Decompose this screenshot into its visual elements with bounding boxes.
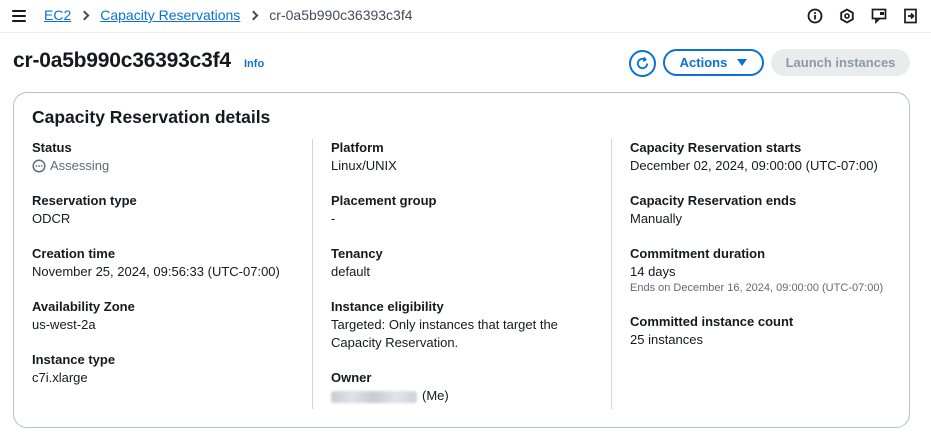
instance-type-label: Instance type [32, 352, 116, 367]
launch-instances-button[interactable]: Launch instances [771, 49, 910, 76]
ends-label: Capacity Reservation ends [630, 193, 797, 208]
field-placement-group: Placement group - [331, 192, 611, 228]
page-title: cr-0a5b990c36393c3f4 [13, 49, 231, 72]
starts-value: December 02, 2024, 09:00:00 (UTC-07:00) [630, 158, 878, 173]
details-column-2: Platform Linux/UNIX Placement group - Te… [331, 139, 611, 422]
breadcrumb-ec2[interactable]: EC2 [44, 7, 71, 23]
card-title: Capacity Reservation details [32, 107, 271, 127]
field-ends: Capacity Reservation ends Manually [630, 192, 900, 228]
instance-eligibility-value: Targeted: Only instances that target the… [331, 317, 558, 350]
status-value: Assessing [32, 157, 314, 175]
column-divider [611, 139, 612, 409]
commitment-label: Commitment duration [630, 246, 766, 261]
caret-down-icon [737, 59, 748, 66]
ends-value: Manually [630, 211, 683, 226]
field-platform: Platform Linux/UNIX [331, 139, 611, 175]
starts-label: Capacity Reservation starts [630, 140, 802, 155]
breadcrumb-current: cr-0a5b990c36393c3f4 [269, 7, 413, 23]
creation-time-label: Creation time [32, 246, 116, 261]
field-commitment-duration: Commitment duration 14 days Ends on Dece… [630, 245, 900, 296]
owner-label: Owner [331, 370, 372, 385]
breadcrumb: EC2 Capacity Reservations cr-0a5b990c363… [44, 7, 413, 23]
owner-suffix: (Me) [422, 388, 449, 403]
breadcrumb-capacity-reservations[interactable]: Capacity Reservations [100, 7, 240, 23]
field-owner: Owner (Me) [331, 369, 611, 405]
field-starts: Capacity Reservation starts December 02,… [630, 139, 900, 175]
top-icons [805, 6, 921, 26]
commitment-value: 14 days [630, 264, 676, 279]
field-instance-eligibility: Instance eligibility Targeted: Only inst… [331, 298, 611, 352]
tenancy-label: Tenancy [331, 246, 383, 261]
menu-icon[interactable] [12, 10, 26, 22]
field-creation-time: Creation time November 25, 2024, 09:56:3… [32, 245, 314, 281]
info-circle-icon[interactable] [805, 6, 825, 26]
tenancy-value: default [331, 264, 371, 279]
chevron-right-icon [79, 10, 90, 20]
field-availability-zone: Availability Zone us-west-2a [32, 298, 314, 334]
status-text: Assessing [50, 158, 110, 173]
field-instance-type: Instance type c7i.xlarge [32, 351, 314, 387]
settings-hex-icon[interactable] [837, 6, 857, 26]
redacted-account-id [331, 390, 417, 403]
details-column-3: Capacity Reservation starts December 02,… [630, 139, 900, 366]
details-column-1: Status Assessing Reservation type ODCR C… [32, 139, 314, 404]
field-status: Status Assessing [32, 139, 314, 175]
exit-panel-icon[interactable] [901, 6, 921, 26]
field-committed-count: Committed instance count 25 instances [630, 313, 900, 349]
availability-zone-label: Availability Zone [32, 299, 135, 314]
feedback-icon[interactable] [869, 6, 889, 26]
reservation-type-value: ODCR [32, 211, 71, 226]
top-bar: EC2 Capacity Reservations cr-0a5b990c363… [0, 0, 931, 33]
reservation-type-label: Reservation type [32, 193, 137, 208]
committed-count-label: Committed instance count [630, 314, 794, 329]
actions-label: Actions [679, 55, 728, 70]
committed-count-value: 25 instances [630, 332, 703, 347]
info-link[interactable]: Info [244, 58, 264, 70]
pending-icon [32, 159, 46, 173]
chevron-right-icon [248, 10, 259, 20]
instance-eligibility-label: Instance eligibility [331, 299, 444, 314]
platform-label: Platform [331, 140, 384, 155]
refresh-button[interactable] [629, 50, 656, 77]
field-reservation-type: Reservation type ODCR [32, 192, 314, 228]
creation-time-value: November 25, 2024, 09:56:33 (UTC-07:00) [32, 264, 280, 279]
availability-zone-value: us-west-2a [32, 317, 96, 332]
status-label: Status [32, 140, 72, 155]
launch-label: Launch instances [785, 55, 896, 70]
owner-value: (Me) [331, 387, 611, 405]
instance-type-value: c7i.xlarge [32, 370, 88, 385]
placement-group-value: - [331, 211, 336, 226]
field-tenancy: Tenancy default [331, 245, 611, 281]
details-card: Capacity Reservation details Status Asse… [13, 92, 910, 428]
commitment-end-note: Ends on December 16, 2024, 09:00:00 (UTC… [630, 282, 884, 294]
actions-button[interactable]: Actions [663, 49, 764, 76]
placement-group-label: Placement group [331, 193, 437, 208]
platform-value: Linux/UNIX [331, 158, 397, 173]
refresh-icon [636, 56, 649, 70]
